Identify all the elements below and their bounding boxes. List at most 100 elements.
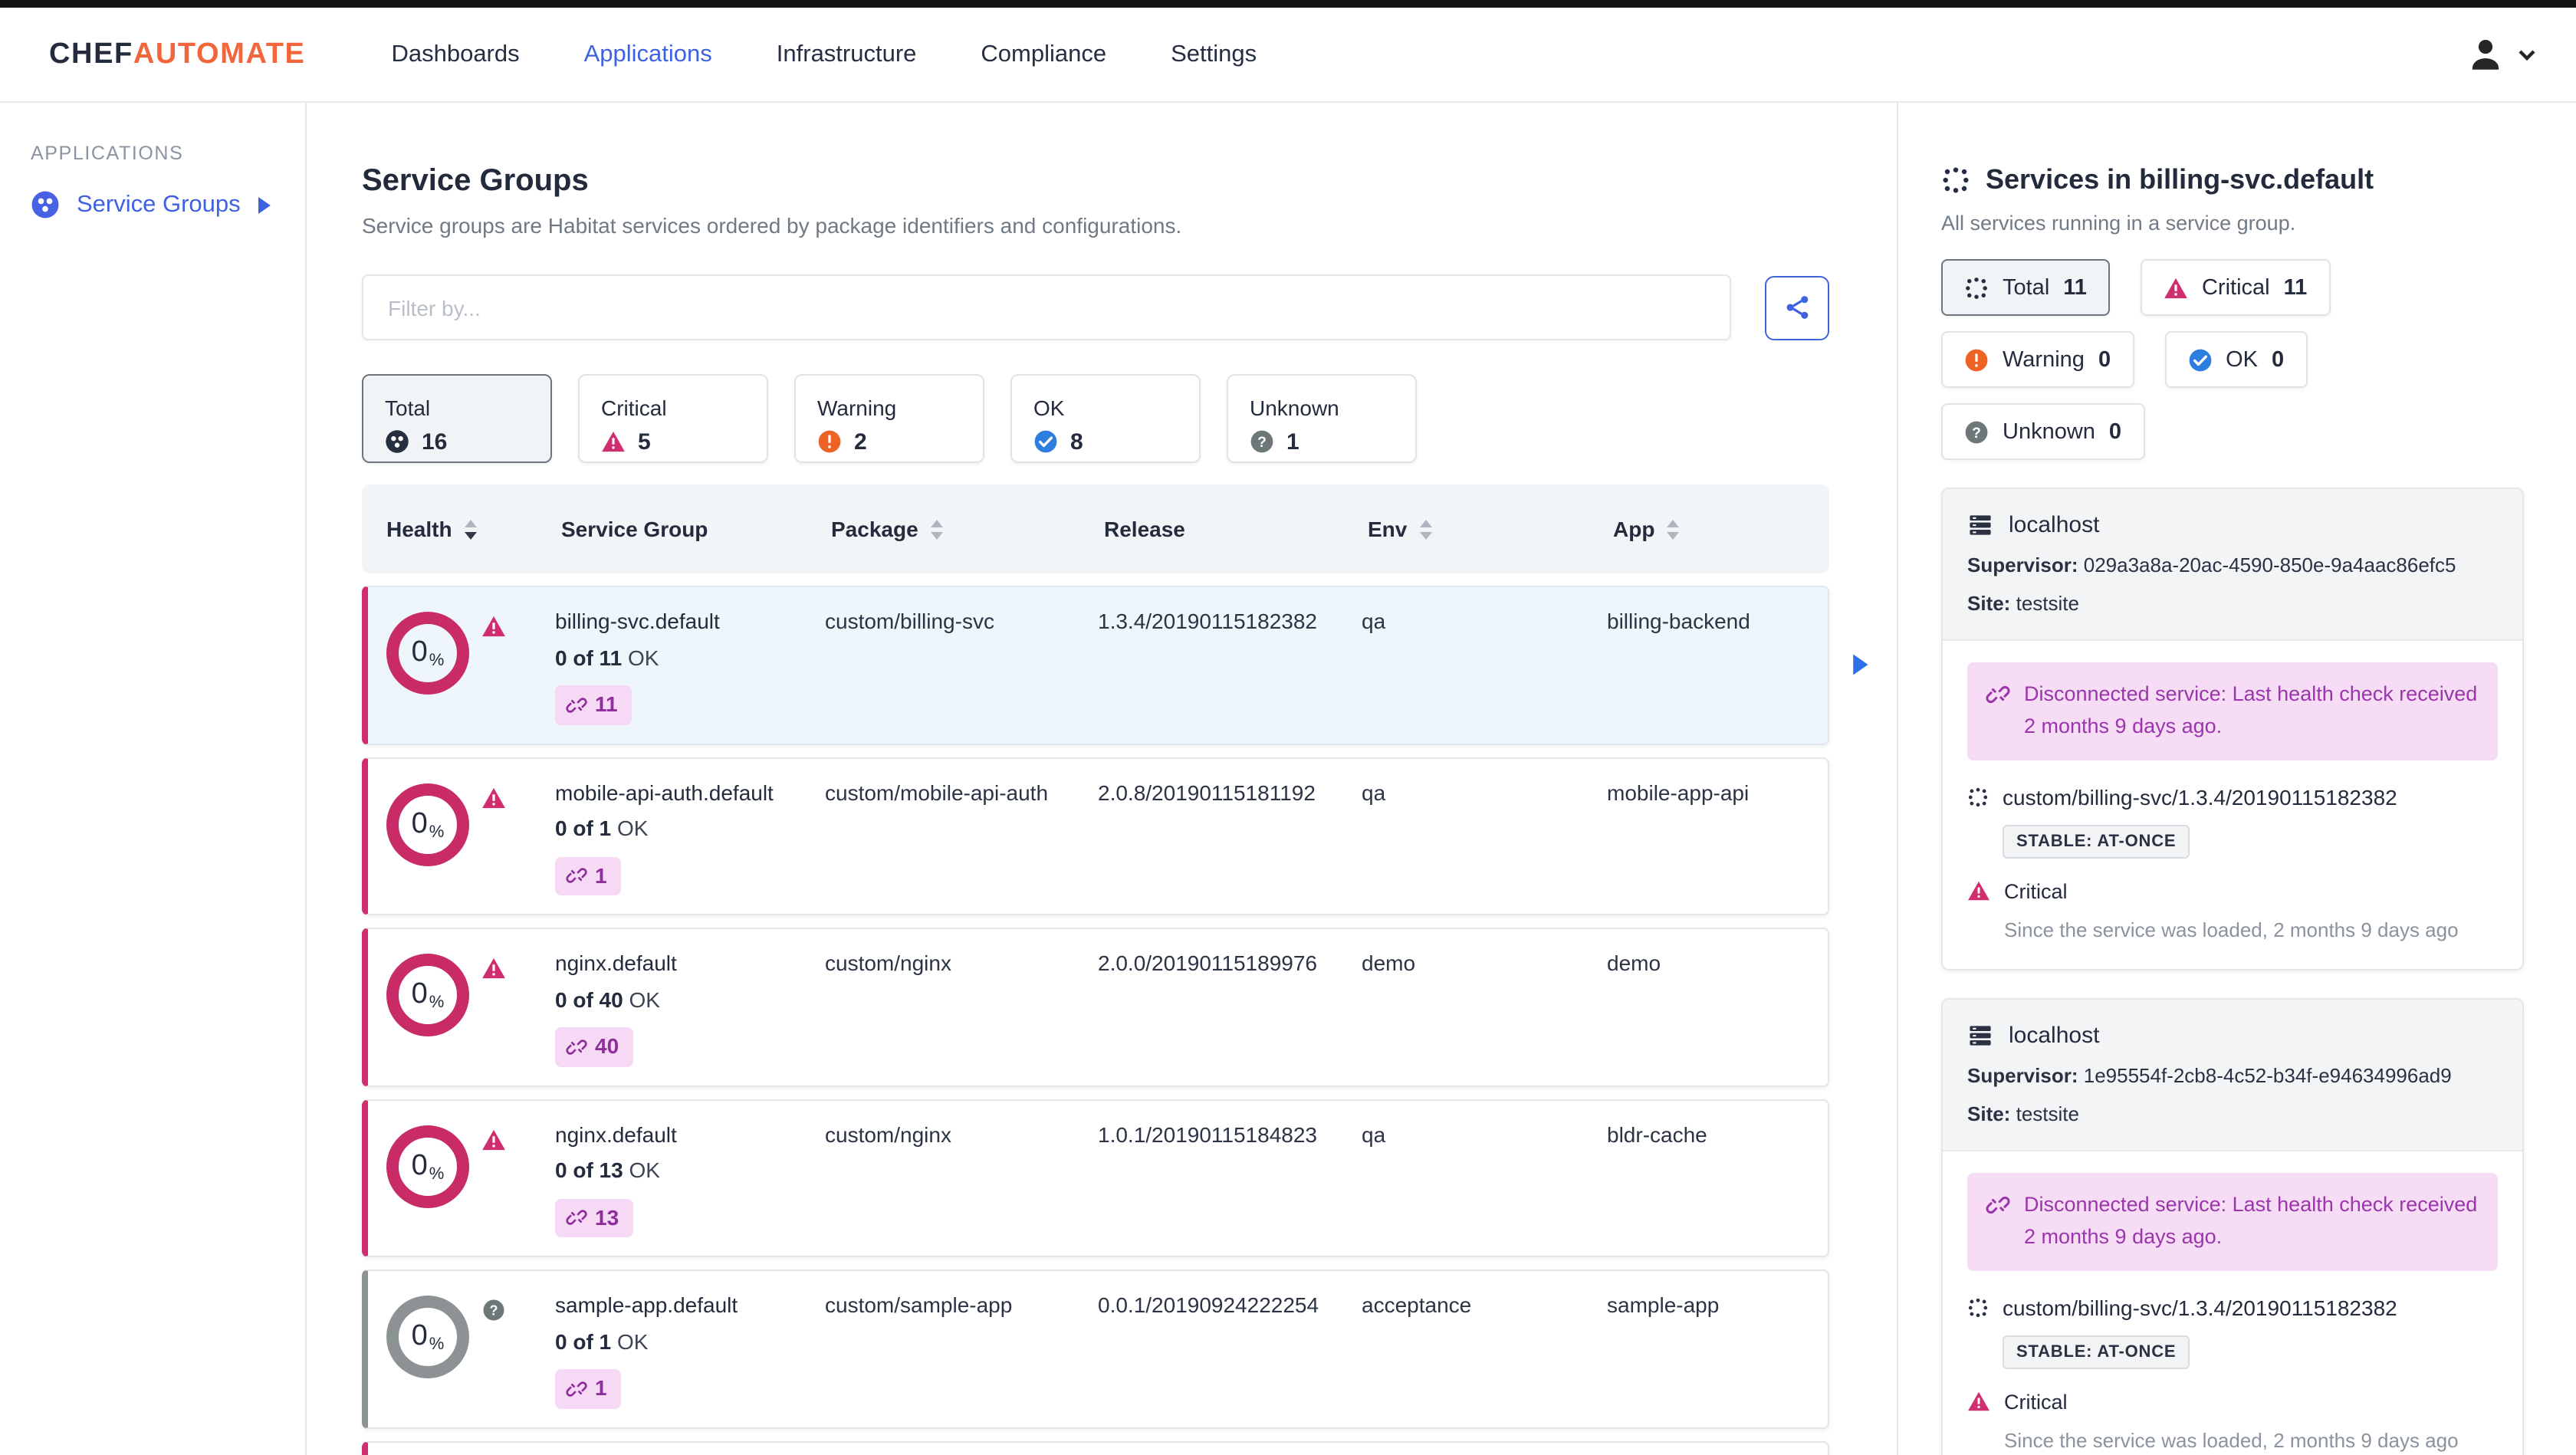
table-row[interactable]: 0% mobile-api-auth.default 0 of 1 OK 1 c… [362, 757, 1829, 915]
panel-subtitle: All services running in a service group. [1941, 212, 2296, 235]
main-content: Service Groups Service groups are Habita… [307, 103, 1898, 1455]
table-row[interactable]: 0% billing-svc.default 0 of 11 OK 11 cus… [362, 586, 1829, 744]
filter-row [362, 274, 1829, 340]
status-card-total[interactable]: Total 16 [362, 374, 552, 463]
broken-link-icon [1986, 682, 2010, 707]
column-header-env[interactable]: Env [1368, 517, 1613, 541]
caret-right-icon [258, 195, 271, 214]
critical-icon [1967, 881, 1990, 902]
share-button[interactable] [1765, 275, 1829, 340]
window-edge [0, 0, 2576, 8]
nav-infrastructure[interactable]: Infrastructure [777, 41, 917, 68]
health-cell: 0% [386, 951, 555, 1066]
table-row[interactable]: 0% sample-app.default 0 of 1 OK 1 custom… [362, 1269, 1829, 1428]
column-header-package[interactable]: Package [831, 517, 1104, 541]
sidebar-item-service-groups[interactable]: Service Groups [0, 190, 305, 219]
total-icon [385, 429, 409, 454]
app-cell: mobile-app-api [1607, 780, 1750, 804]
broken-link-icon [566, 1036, 587, 1058]
page-title: Service Groups [362, 164, 589, 198]
critical-icon [1967, 1391, 1990, 1412]
pill-critical[interactable]: Critical 11 [2140, 259, 2331, 316]
nav-applications[interactable]: Applications [584, 41, 712, 68]
critical-icon [481, 786, 506, 809]
sort-icon [1419, 519, 1432, 539]
service-group-cell: nginx.default 0 of 13 OK 13 [555, 1122, 825, 1237]
health-cell: 0% [386, 609, 555, 724]
health-donut: 0% [386, 1125, 469, 1207]
pill-total[interactable]: Total 11 [1941, 259, 2110, 316]
service-groups-table: Health Service Group Package Release Env… [362, 484, 1829, 1455]
status-card-critical[interactable]: Critical 5 [578, 374, 768, 463]
broken-link-icon [1986, 1193, 2010, 1217]
health-cell: 0% [386, 1292, 555, 1408]
total-icon [1964, 275, 1989, 300]
pill-ok[interactable]: OK 0 [2164, 331, 2308, 388]
filter-input[interactable] [362, 274, 1731, 340]
channel-badge: STABLE: AT-ONCE [2003, 824, 2190, 859]
brand-logo[interactable]: CHEFAUTOMATE [49, 38, 305, 71]
table-row[interactable] [362, 1440, 1829, 1455]
supervisor-line: Supervisor: 1e95554f-2cb8-4c52-b34f-e946… [1967, 1063, 2452, 1087]
services-panel: Services in billing-svc.default All serv… [1898, 103, 2576, 1455]
service-card-body: Disconnected service: Last health check … [1943, 1151, 2522, 1455]
status-line: Critical [1967, 880, 2498, 903]
ok-icon [2187, 347, 2212, 372]
package-cell: custom/billing-svc [825, 609, 994, 633]
broken-link-icon [566, 1207, 587, 1229]
sort-icon [1667, 519, 1680, 539]
package-line: custom/billing-svc/1.3.4/20190115182382 [1967, 1295, 2498, 1319]
site-line: Site: testsite [1967, 1102, 2079, 1125]
release-cell: 0.0.1/20190924222254 [1098, 1292, 1319, 1317]
sort-icon [464, 519, 477, 539]
page-root: CHEFAUTOMATE Dashboards Applications Inf… [0, 0, 2576, 1455]
disconnected-count-badge: 40 [555, 1027, 633, 1066]
env-cell: qa [1362, 609, 1386, 633]
column-header-health[interactable]: Health [386, 517, 561, 541]
site-line: Site: testsite [1967, 592, 2079, 615]
user-icon [2466, 34, 2505, 74]
health-cell: 0% [386, 780, 555, 895]
supervisor-line: Supervisor: 029a3a8a-20ac-4590-850e-9a4a… [1967, 553, 2456, 576]
package-cell: custom/mobile-api-auth [825, 780, 1049, 804]
warning-icon [817, 429, 842, 454]
pill-unknown[interactable]: Unknown 0 [1941, 403, 2145, 460]
ok-icon [1033, 429, 1058, 454]
user-menu[interactable] [2466, 34, 2536, 74]
table-row[interactable]: 0% nginx.default 0 of 40 OK 40 custom/ng… [362, 928, 1829, 1086]
env-cell: acceptance [1362, 1292, 1472, 1317]
health-donut: 0% [386, 1296, 469, 1378]
service-group-cell: nginx.default 0 of 40 OK 40 [555, 951, 825, 1066]
since-text: Since the service was loaded, 2 months 9… [2004, 1428, 2459, 1452]
selected-row-caret-icon[interactable] [1852, 653, 1869, 676]
service-group-name: billing-svc.default [555, 609, 720, 633]
critical-icon [2164, 275, 2188, 300]
release-cell: 2.0.8/20190115181192 [1098, 780, 1316, 804]
nav-dashboards[interactable]: Dashboards [391, 41, 519, 68]
nav-compliance[interactable]: Compliance [981, 41, 1106, 68]
critical-icon [601, 429, 626, 454]
table-row[interactable]: 0% nginx.default 0 of 13 OK 13 custom/ng… [362, 1099, 1829, 1257]
broken-link-icon [566, 865, 587, 887]
pill-warning[interactable]: Warning 0 [1941, 331, 2134, 388]
service-card: localhost Supervisor: 1e95554f-2cb8-4c52… [1941, 997, 2524, 1455]
service-card-body: Disconnected service: Last health check … [1943, 641, 2522, 969]
service-group-cell: mobile-api-auth.default 0 of 1 OK 1 [555, 780, 825, 895]
server-icon [1967, 1023, 1993, 1049]
status-card-warning[interactable]: Warning 2 [794, 374, 984, 463]
nav-settings[interactable]: Settings [1171, 41, 1257, 68]
release-cell: 1.0.1/20190115184823 [1098, 1122, 1317, 1146]
column-header-app[interactable]: App [1613, 517, 1829, 541]
env-cell: qa [1362, 1122, 1386, 1146]
table-header: Health Service Group Package Release Env… [362, 484, 1829, 573]
health-donut: 0% [386, 612, 469, 695]
service-card: localhost Supervisor: 029a3a8a-20ac-4590… [1941, 488, 2524, 971]
disconnected-count-badge: 1 [555, 856, 621, 895]
status-card-unknown[interactable]: Unknown 1 [1227, 374, 1417, 463]
status-card-ok[interactable]: OK 8 [1010, 374, 1201, 463]
host-name: localhost [2009, 1022, 2100, 1049]
app-cell: demo [1607, 951, 1661, 975]
sidebar-section-label: APPLICATIONS [31, 143, 184, 164]
app-cell: bldr-cache [1607, 1122, 1707, 1146]
services-icon [1941, 166, 1970, 195]
